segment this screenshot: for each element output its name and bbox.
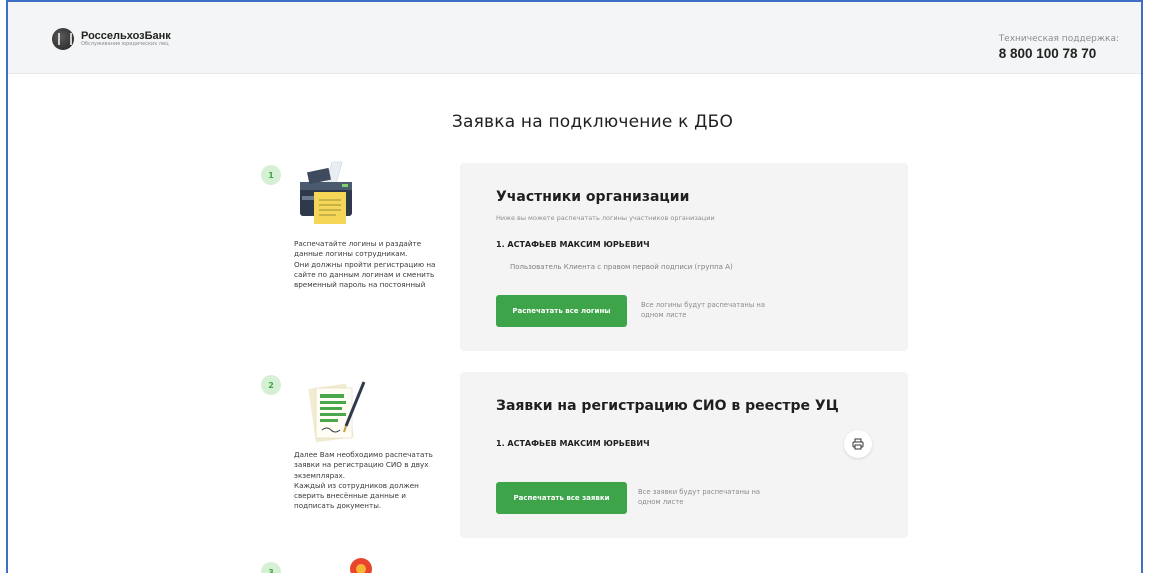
- bank-subtitle: Обслуживание юридических лиц: [81, 41, 169, 48]
- support-block: Техническая поддержка: 8 800 100 78 70: [999, 34, 1119, 61]
- site-header: РоссельхозБанк Обслуживание юридических …: [8, 2, 1141, 74]
- step-1-line: Они должны пройти регистрацию на: [294, 259, 436, 269]
- printer-illustration-icon: [300, 161, 352, 224]
- page-title: Заявка на подключение к ДБО: [451, 112, 734, 132]
- participants-card-subtitle: Ниже вы можете распечатать логины участн…: [496, 214, 715, 222]
- support-label: Техническая поддержка:: [998, 34, 1119, 44]
- print-requests-hint: Все заявки будут распечатаны на одном ли…: [638, 488, 761, 506]
- step-2-line: Далее Вам необходимо распечатать: [294, 450, 433, 459]
- sio-request-name: 1. АСТАФЬЕВ МАКСИМ ЮРЬЕВИЧ: [496, 439, 650, 448]
- participants-card: Участники организации Ниже вы можете рас…: [460, 163, 908, 351]
- participant-role: Пользователь Клиента с правом первой под…: [510, 263, 733, 271]
- printer-icon: [852, 438, 864, 450]
- step-2-line: заявки на регистрацию СИО в двух: [294, 460, 429, 470]
- step-1-line: данные логины сотрудникам.: [294, 249, 408, 259]
- step-1-badge: 1: [261, 165, 281, 185]
- browser-frame: РоссельхозБанк Обслуживание юридических …: [6, 0, 1143, 573]
- step-2-text: Далее Вам необходимо распечатать заявки …: [294, 450, 459, 512]
- sio-requests-card: Заявки на регистрацию СИО в реестре УЦ 1…: [460, 372, 908, 538]
- support-phone[interactable]: 8 800 100 78 70: [999, 46, 1119, 61]
- print-single-request-button[interactable]: [844, 430, 872, 458]
- bank-logo[interactable]: РоссельхозБанк Обслуживание юридических …: [52, 28, 171, 50]
- print-all-logins-button[interactable]: Распечатать все логины: [496, 295, 627, 327]
- step-2-badge: 2: [261, 375, 281, 395]
- step-2-line: сверить внесённые данные и: [294, 491, 406, 501]
- step-3-badge: 3: [261, 562, 281, 573]
- step-1-line: сайте по данным логинам и сменить: [294, 269, 435, 279]
- step-2-line: экземплярах.: [294, 470, 346, 480]
- step-1-text: Распечатайте логины и раздайте данные ло…: [294, 239, 459, 290]
- print-all-requests-button[interactable]: Распечатать все заявки: [496, 482, 627, 514]
- step-2-line: подписать документы.: [294, 501, 382, 511]
- participants-card-title: Участники организации: [496, 189, 690, 205]
- step-1-line: Распечатайте логины и раздайте: [294, 239, 422, 248]
- print-logins-hint: Все логины будут распечатаны на одном ли…: [641, 301, 765, 319]
- step-1-line: временный пароль на постоянный: [294, 280, 426, 290]
- step-2-line: Каждый из сотрудников должен: [294, 480, 419, 490]
- participant-name: 1. АСТАФЬЕВ МАКСИМ ЮРЬЕВИЧ: [496, 240, 650, 249]
- sio-requests-card-title: Заявки на регистрацию СИО в реестре УЦ: [496, 398, 839, 414]
- step-3-illustration-icon: [350, 558, 372, 573]
- document-pen-illustration-icon: [308, 381, 366, 443]
- bank-logo-icon: [52, 28, 74, 50]
